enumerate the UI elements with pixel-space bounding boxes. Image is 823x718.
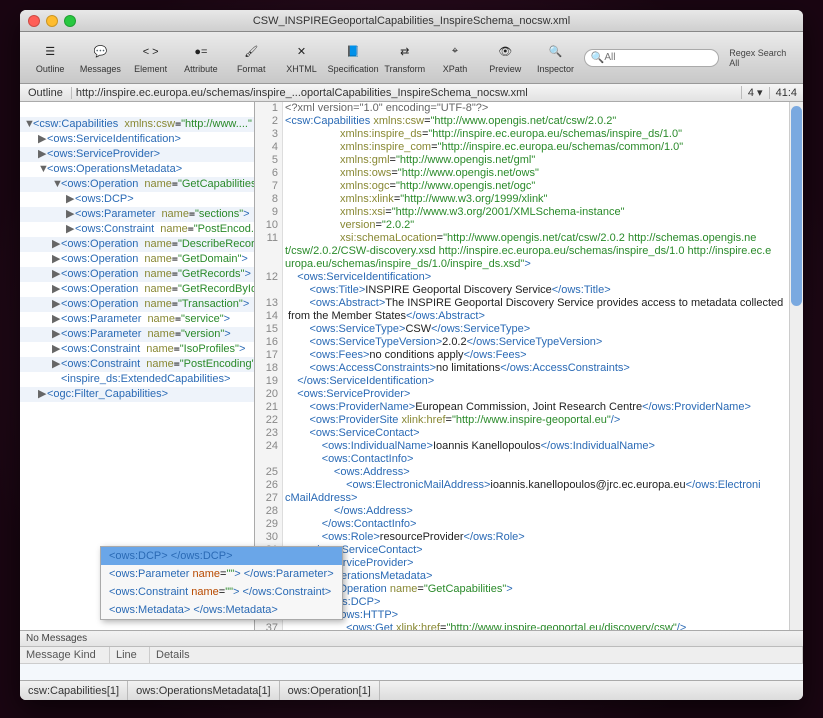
autocomplete-option[interactable]: <ows:Parameter name=""> </ows:Parameter>	[101, 565, 342, 583]
attribute-button[interactable]: ●=Attribute	[177, 34, 225, 82]
breadcrumb-item[interactable]: ows:Operation[1]	[280, 681, 380, 700]
xhtml-button[interactable]: ✕XHTML	[277, 34, 325, 82]
disclosure-triangle[interactable]: ▶	[52, 357, 61, 372]
messages-header: Message KindLineDetails	[20, 647, 803, 664]
disclosure-triangle[interactable]: ▶	[52, 267, 61, 282]
autocomplete-option[interactable]: <ows:Constraint name=""> </ows:Constrain…	[101, 583, 342, 601]
preview-icon: 👁	[495, 42, 515, 62]
outline-row[interactable]: ▶<ows:Constraint name="PostEncod..."	[20, 222, 254, 237]
breadcrumb-bar: csw:Capabilities[1]ows:OperationsMetadat…	[20, 680, 803, 700]
format-icon: 🖌	[241, 42, 261, 62]
disclosure-triangle[interactable]: ▶	[52, 342, 61, 357]
specification-button[interactable]: 📘Specification	[328, 34, 379, 82]
messages-col[interactable]: Message Kind	[20, 647, 110, 663]
outline-icon: ☰	[40, 42, 60, 62]
autocomplete-popup[interactable]: <ows:DCP> </ows:DCP><ows:Parameter name=…	[100, 546, 343, 620]
outline-row[interactable]: ▶<ows:DCP>	[20, 192, 254, 207]
cursor-position: 41:4	[769, 87, 803, 99]
titlebar[interactable]: CSW_INSPIREGeoportalCapabilities_Inspire…	[20, 10, 803, 32]
messages-icon: 💬	[90, 42, 110, 62]
outline-row[interactable]: ▶<ows:ServiceIdentification>	[20, 132, 254, 147]
autocomplete-option[interactable]: <ows:DCP> </ows:DCP>	[101, 547, 342, 565]
path-bar: Outline http://inspire.ec.europa.eu/sche…	[20, 84, 803, 102]
outline-row[interactable]: ▶<ows:Parameter name="sections">	[20, 207, 254, 222]
outline-row[interactable]: ▶<ows:Parameter name="version">	[20, 327, 254, 342]
xpath-button[interactable]: ⌖XPath	[431, 34, 479, 82]
disclosure-triangle[interactable]: ▶	[66, 222, 75, 237]
xpath-icon: ⌖	[445, 42, 465, 62]
disclosure-triangle[interactable]: ▶	[38, 147, 47, 162]
disclosure-triangle[interactable]: ▶	[52, 252, 61, 267]
outline-row[interactable]: ▶<ows:Operation name="DescribeRecord"	[20, 237, 254, 252]
format-button[interactable]: 🖌Format	[227, 34, 275, 82]
disclosure-triangle[interactable]: ▶	[66, 207, 75, 222]
outline-row[interactable]	[20, 102, 254, 117]
disclosure-triangle[interactable]: ▶	[52, 327, 61, 342]
outline-row[interactable]: ▼<ows:OperationsMetadata>	[20, 162, 254, 177]
outline-row[interactable]: ▶<ows:Operation name="GetRecordById">	[20, 282, 254, 297]
messages-col[interactable]: Line	[110, 647, 150, 663]
xhtml-icon: ✕	[291, 42, 311, 62]
disclosure-triangle[interactable]: ▶	[52, 297, 61, 312]
outline-row[interactable]: ▶<ows:ServiceProvider>	[20, 147, 254, 162]
outline-row[interactable]: <inspire_ds:ExtendedCapabilities>	[20, 372, 254, 387]
disclosure-triangle[interactable]: ▶	[52, 237, 61, 252]
search-input[interactable]	[604, 52, 712, 63]
disclosure-triangle[interactable]: ▶	[38, 387, 47, 402]
page-indicator[interactable]: 4 ▾	[741, 86, 769, 99]
vertical-scrollbar[interactable]	[789, 102, 803, 630]
outline-row[interactable]: ▶<ows:Operation name="GetRecords">	[20, 267, 254, 282]
disclosure-triangle[interactable]: ▼	[38, 162, 47, 177]
autocomplete-option[interactable]: <ows:Metadata> </ows:Metadata>	[101, 601, 342, 619]
specification-icon: 📘	[343, 42, 363, 62]
outline-label: Outline	[20, 87, 72, 99]
outline-row[interactable]: ▶<ows:Operation name="GetDomain">	[20, 252, 254, 267]
code-area[interactable]: <?xml version="1.0" encoding="UTF-8"?><c…	[283, 102, 789, 630]
disclosure-triangle[interactable]: ▶	[38, 132, 47, 147]
breadcrumb-item[interactable]: csw:Capabilities[1]	[20, 681, 128, 700]
messages-body[interactable]	[20, 664, 803, 680]
element-icon: < >	[141, 42, 161, 62]
breadcrumb-item[interactable]: ows:OperationsMetadata[1]	[128, 681, 280, 700]
inspector-icon: 🔍	[546, 42, 566, 62]
outline-row[interactable]: ▼<ows:Operation name="GetCapabilities">	[20, 177, 254, 192]
element-button[interactable]: < >Element	[127, 34, 175, 82]
messages-panel: No Messages Message KindLineDetails	[20, 630, 803, 680]
disclosure-triangle[interactable]: ▶	[52, 282, 61, 297]
scrollbar-thumb[interactable]	[791, 106, 802, 306]
disclosure-triangle[interactable]: ▶	[66, 192, 75, 207]
messages-col[interactable]: Details	[150, 647, 803, 663]
outline-row[interactable]: ▼<csw:Capabilities xmlns:csw="http://www…	[20, 117, 254, 132]
close-button[interactable]	[28, 15, 40, 27]
disclosure-triangle[interactable]: ▼	[52, 177, 61, 192]
outline-row[interactable]: ▶<ows:Constraint name="IsoProfiles">	[20, 342, 254, 357]
toolbar: ☰Outline💬Messages< >Element●=Attribute🖌F…	[20, 32, 803, 84]
minimize-button[interactable]	[46, 15, 58, 27]
outline-row[interactable]: ▶<ows:Constraint name="PostEncoding"	[20, 357, 254, 372]
messages-title: No Messages	[20, 631, 803, 647]
disclosure-triangle[interactable]: ▶	[52, 312, 61, 327]
search-icon: 🔍	[591, 51, 605, 64]
outline-row[interactable]: ▶<ows:Operation name="Transaction">	[20, 297, 254, 312]
transform-icon: ⇄	[395, 42, 415, 62]
inspector-button[interactable]: 🔍Inspector	[531, 34, 579, 82]
transform-button[interactable]: ⇄Transform	[381, 34, 429, 82]
outline-row[interactable]: ▶<ogc:Filter_Capabilities>	[20, 387, 254, 402]
outline-button[interactable]: ☰Outline	[26, 34, 74, 82]
zoom-button[interactable]	[64, 15, 76, 27]
outline-row[interactable]: ▶<ows:Parameter name="service">	[20, 312, 254, 327]
document-url[interactable]: http://inspire.ec.europa.eu/schemas/insp…	[72, 87, 741, 99]
window-title: CSW_INSPIREGeoportalCapabilities_Inspire…	[20, 15, 803, 27]
regex-search-label[interactable]: Regex Search All	[729, 48, 791, 68]
preview-button[interactable]: 👁Preview	[481, 34, 529, 82]
attribute-icon: ●=	[191, 42, 211, 62]
messages-button[interactable]: 💬Messages	[76, 34, 124, 82]
disclosure-triangle[interactable]: ▼	[24, 117, 33, 132]
search-field[interactable]: 🔍	[584, 49, 720, 67]
